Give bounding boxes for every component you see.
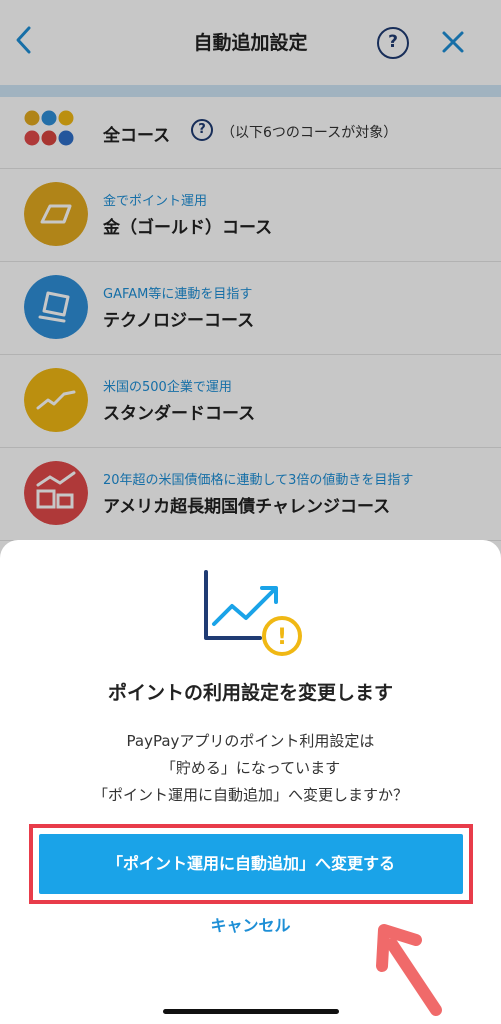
dialog-message-line: 「ポイント運用に自動追加」へ変更しますか？	[92, 786, 408, 804]
chart-warning-icon: !	[204, 570, 302, 656]
home-indicator[interactable]	[163, 1009, 339, 1014]
dialog-message-line: 「貯める」になっています	[160, 759, 341, 777]
pointer-arrow-icon	[376, 924, 442, 1016]
confirm-change-button[interactable]: 「ポイント運用に自動追加」へ変更する	[39, 834, 463, 894]
bottom-sheet-dialog: ! ポイントの利用設定を変更します PayPayアプリのポイント利用設定は 「貯…	[0, 540, 501, 1024]
dialog-message-line: PayPayアプリのポイント利用設定は	[126, 732, 375, 750]
dialog-title: ポイントの利用設定を変更します	[107, 682, 393, 704]
warning-glyph: !	[277, 625, 287, 650]
